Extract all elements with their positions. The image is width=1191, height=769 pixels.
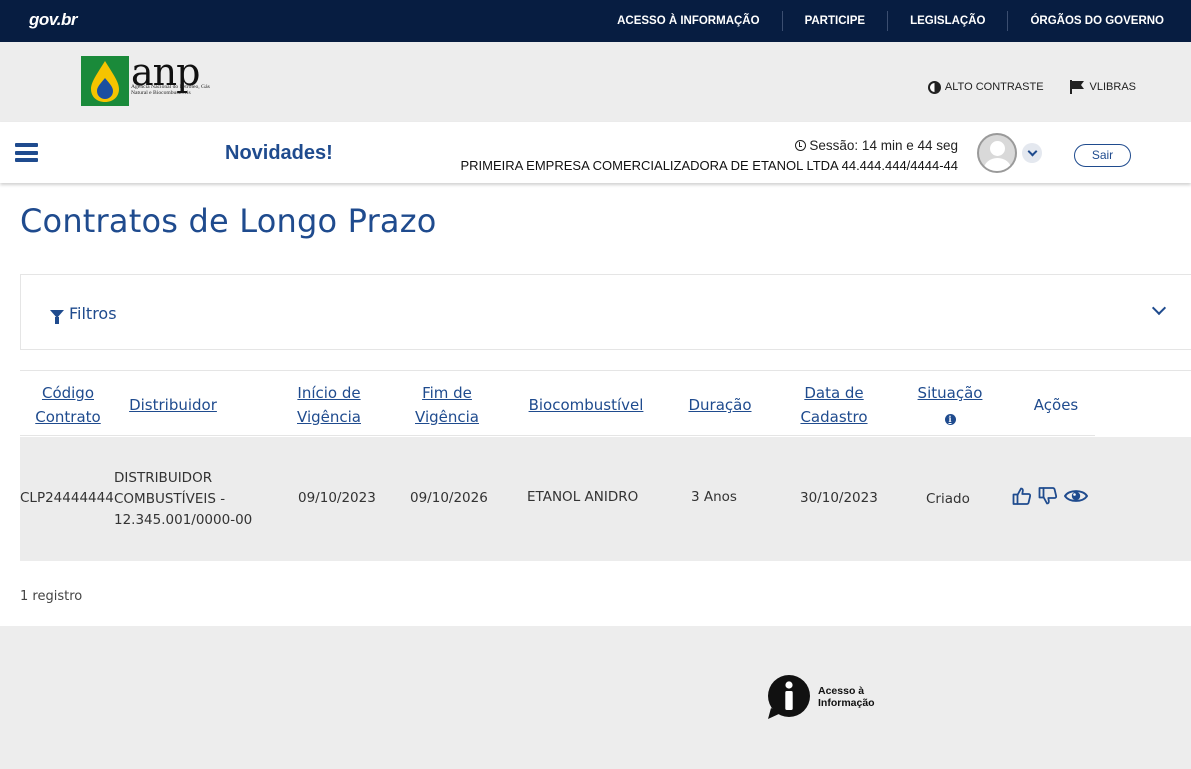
logout-button[interactable]: Sair	[1074, 144, 1131, 167]
filters-panel[interactable]: Filtros	[20, 274, 1191, 350]
row-actions	[1012, 486, 1088, 506]
col-biocombustivel[interactable]: Biocombustível	[525, 393, 647, 417]
session-timer: Sessão: 14 min e 44 seg	[795, 138, 958, 153]
user-menu-chevron-down-icon[interactable]	[1022, 143, 1042, 163]
thumbs-down-icon[interactable]	[1038, 486, 1058, 506]
cell-duracao: 3 Anos	[691, 489, 737, 505]
cell-distribuidor: DISTRIBUIDOR COMBUSTÍVEIS - 12.345.001/0…	[114, 470, 253, 528]
thumbs-up-icon[interactable]	[1012, 486, 1032, 506]
anp-drop-logo-icon	[81, 56, 129, 106]
flag-hands-icon	[1069, 80, 1084, 94]
vlibras-button[interactable]: VLIBRAS	[1069, 80, 1136, 94]
acesso-informacao-footer-link[interactable]: Acesso à Informação	[767, 674, 875, 720]
govbr-top-bar: gov.br ACESSO À INFORMAÇÃO PARTICIPE LEG…	[0, 0, 1191, 42]
govbr-logo[interactable]: gov.br	[29, 10, 78, 30]
funnel-icon	[50, 309, 64, 324]
contracts-table: Código Contrato Distribuidor Início de Vig…	[20, 370, 1191, 561]
anp-logo[interactable]: anp Agência Nacional do Petróleo, Gás Na…	[81, 50, 210, 108]
table-header: Código Contrato Distribuidor Início de Vig…	[20, 371, 1191, 437]
company-name: PRIMEIRA EMPRESA COMERCIALIZADORA DE ETA…	[460, 158, 958, 173]
menu-icon[interactable]	[15, 143, 38, 162]
filters-label: Filtros	[69, 304, 117, 323]
acesso-informacao-text: Acesso à Informação	[818, 685, 875, 709]
col-distribuidor[interactable]: Distribuidor	[128, 393, 218, 417]
accessibility-tools: ALTO CONTRASTE VLIBRAS	[927, 80, 1136, 94]
col-inicio-vigencia[interactable]: Início de Vigência	[292, 381, 366, 429]
col-codigo-contrato[interactable]: Código Contrato	[30, 381, 106, 429]
col-situacao[interactable]: Situação i	[913, 381, 987, 429]
cell-fim: 09/10/2026	[410, 490, 488, 506]
filters-toggle[interactable]: Filtros	[50, 304, 117, 324]
cell-biocombustivel: ETANOL ANIDRO	[527, 489, 639, 505]
eye-icon[interactable]	[1064, 486, 1088, 506]
filters-chevron-down-icon[interactable]	[1151, 300, 1167, 316]
link-legislacao[interactable]: LEGISLAÇÃO	[887, 11, 1007, 31]
govbr-links: ACESSO À INFORMAÇÃO PARTICIPE LEGISLAÇÃO…	[595, 0, 1164, 42]
vlibras-label: VLIBRAS	[1089, 81, 1136, 93]
cell-situacao: Criado	[926, 491, 970, 507]
avatar[interactable]	[977, 133, 1017, 173]
session-timer-text: Sessão: 14 min e 44 seg	[809, 138, 958, 153]
info-icon[interactable]: i	[944, 414, 956, 425]
link-participe[interactable]: PARTICIPE	[781, 11, 888, 31]
high-contrast-label: ALTO CONTRASTE	[944, 81, 1044, 93]
record-count: 1 registro	[20, 589, 83, 604]
high-contrast-toggle[interactable]: ALTO CONTRASTE	[927, 80, 1044, 94]
col-duracao[interactable]: Duração	[684, 393, 756, 417]
anp-logo-subtitle: Agência Nacional do Petróleo, Gás Natura…	[131, 84, 210, 97]
footer: Acesso à Informação	[0, 626, 1191, 769]
col-fim-vigencia[interactable]: Fim de Vigência	[410, 381, 484, 429]
session-bar: Novidades! Sessão: 14 min e 44 seg PRIME…	[0, 122, 1191, 183]
clock-icon	[795, 140, 807, 151]
cell-codigo: CLP24444444	[20, 490, 114, 506]
contrast-icon	[927, 80, 941, 94]
novidades-link[interactable]: Novidades!	[225, 142, 333, 165]
cell-data-cadastro: 30/10/2023	[800, 490, 878, 506]
anp-header: anp Agência Nacional do Petróleo, Gás Na…	[0, 42, 1191, 122]
information-icon	[767, 674, 811, 720]
col-acoes: Ações	[1033, 396, 1079, 414]
cell-inicio: 09/10/2023	[298, 490, 376, 506]
table-row: CLP24444444 DISTRIBUIDOR COMBUSTÍVEIS - …	[20, 437, 1191, 561]
link-acesso-informacao[interactable]: ACESSO À INFORMAÇÃO	[595, 11, 781, 31]
link-orgaos-governo[interactable]: ÓRGÃOS DO GOVERNO	[1007, 11, 1164, 31]
page-title: Contratos de Longo Prazo	[20, 202, 437, 240]
col-data-cadastro[interactable]: Data de Cadastro	[796, 381, 872, 429]
